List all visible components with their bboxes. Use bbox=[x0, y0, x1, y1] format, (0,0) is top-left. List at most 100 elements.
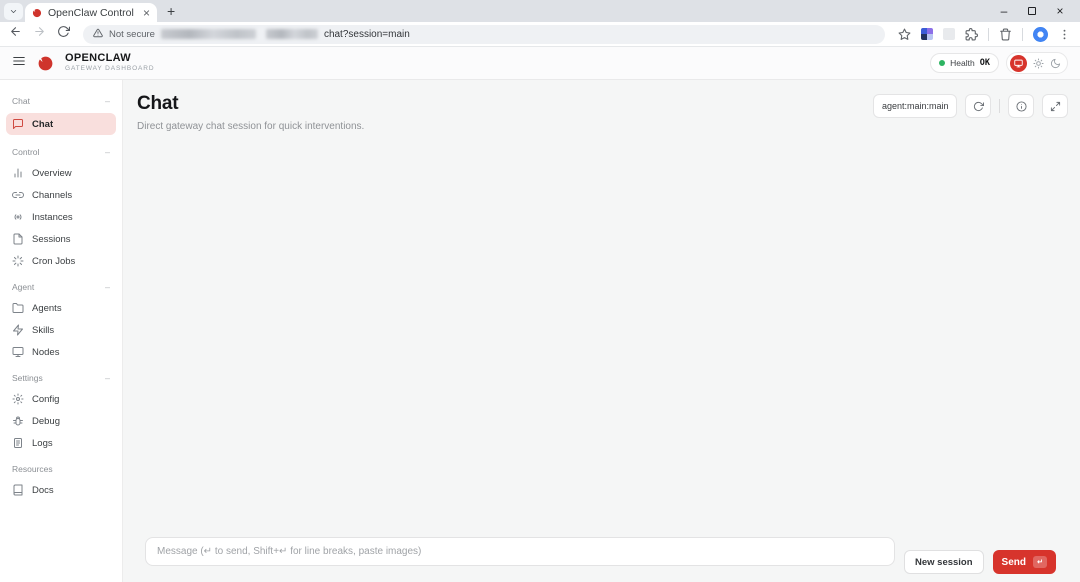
sidebar-item-debug[interactable]: Debug bbox=[0, 410, 122, 432]
brand-block: OPENCLAW GATEWAY DASHBOARD bbox=[65, 53, 154, 73]
extension-icon-faded[interactable] bbox=[943, 28, 955, 40]
sidebar-item-docs[interactable]: Docs bbox=[0, 479, 122, 501]
refresh-icon bbox=[973, 101, 984, 111]
toolbar-separator bbox=[1022, 27, 1023, 41]
sidebar-item-label: Channels bbox=[32, 189, 73, 201]
collapse-dash[interactable]: – bbox=[105, 282, 110, 292]
sidebar-item-label: Sessions bbox=[32, 233, 71, 245]
theme-toggle-group bbox=[1006, 52, 1068, 74]
brand-subtitle: GATEWAY DASHBOARD bbox=[65, 65, 155, 73]
browser-tab[interactable]: OpenClaw Control × bbox=[25, 3, 157, 22]
sidebar-item-config[interactable]: Config bbox=[0, 388, 122, 410]
reload-icon bbox=[58, 26, 70, 37]
sidebar-toggle-button[interactable] bbox=[12, 54, 26, 73]
reload-button[interactable] bbox=[57, 25, 70, 43]
window-controls: – × bbox=[990, 0, 1074, 22]
redacted-url-segment bbox=[265, 29, 318, 39]
forward-button[interactable] bbox=[33, 25, 46, 43]
bookmark-star-icon[interactable] bbox=[898, 28, 911, 41]
section-label: Control bbox=[12, 147, 40, 157]
brand-name: OPENCLAW bbox=[65, 52, 131, 65]
toolbar-separator bbox=[988, 27, 989, 41]
message-input[interactable] bbox=[145, 537, 895, 566]
sidebar-item-channels[interactable]: Channels bbox=[0, 184, 122, 206]
sidebar-section-control: Control – bbox=[0, 137, 122, 162]
sidebar-item-label: Logs bbox=[32, 437, 53, 449]
sun-icon bbox=[1033, 57, 1044, 69]
sidebar-item-logs[interactable]: Logs bbox=[0, 432, 122, 454]
security-label: Not secure bbox=[109, 28, 155, 40]
health-status-pill: Health OK bbox=[930, 53, 999, 73]
collapse-dash[interactable]: – bbox=[105, 96, 110, 106]
sidebar-item-label: Config bbox=[32, 393, 60, 405]
browser-menu-dots-icon[interactable] bbox=[1058, 28, 1071, 41]
tab-title: OpenClaw Control bbox=[48, 6, 134, 19]
sidebar-item-nodes[interactable]: Nodes bbox=[0, 341, 122, 363]
expand-icon bbox=[1050, 101, 1060, 111]
extension-icon-colored[interactable] bbox=[921, 28, 933, 40]
theme-dark-button[interactable] bbox=[1050, 58, 1061, 69]
new-tab-button[interactable]: + bbox=[167, 4, 175, 18]
sidebar-item-label: Instances bbox=[32, 211, 73, 223]
browser-window: OpenClaw Control × + – × Not secure chat… bbox=[0, 0, 1080, 582]
collapse-dash[interactable]: – bbox=[105, 373, 110, 383]
monitor-icon bbox=[12, 347, 24, 357]
page-header: Chat Direct gateway chat session for qui… bbox=[137, 93, 364, 132]
collapse-dash[interactable]: – bbox=[105, 147, 110, 157]
toolbar-right bbox=[898, 26, 1071, 42]
openclaw-logo bbox=[38, 56, 53, 70]
link-icon bbox=[12, 192, 24, 198]
moon-icon bbox=[1050, 58, 1061, 68]
sidebar-item-instances[interactable]: Instances bbox=[0, 206, 122, 228]
file-text-icon bbox=[13, 233, 23, 245]
tab-strip: OpenClaw Control × + – × bbox=[0, 0, 1080, 22]
sidebar-section-settings: Settings – bbox=[0, 363, 122, 388]
zap-icon bbox=[13, 324, 23, 336]
folder-icon bbox=[12, 303, 24, 313]
info-button[interactable] bbox=[1008, 94, 1034, 118]
url-bar[interactable]: Not secure chat?session=main bbox=[83, 24, 885, 44]
restore-icon bbox=[1028, 7, 1036, 15]
loader-icon bbox=[12, 255, 24, 267]
session-input[interactable] bbox=[873, 94, 957, 118]
minimize-button[interactable]: – bbox=[990, 0, 1018, 22]
tab-close-icon[interactable]: × bbox=[143, 7, 150, 19]
theme-system-button[interactable] bbox=[1010, 54, 1027, 72]
sidebar-item-overview[interactable]: Overview bbox=[0, 162, 122, 184]
book-icon bbox=[13, 484, 23, 496]
sidebar-item-cron-jobs[interactable]: Cron Jobs bbox=[0, 250, 122, 272]
expand-button[interactable] bbox=[1042, 94, 1068, 118]
redacted-url-segment bbox=[160, 29, 256, 39]
logs-icon bbox=[14, 438, 22, 448]
restore-button[interactable] bbox=[1018, 0, 1046, 22]
close-button[interactable]: × bbox=[1046, 0, 1074, 22]
hamburger-menu-icon bbox=[13, 56, 25, 65]
sidebar-item-label: Overview bbox=[32, 167, 72, 179]
chat-controls bbox=[873, 94, 1068, 118]
sidebar-item-label: Skills bbox=[32, 324, 55, 336]
sidebar-item-agents[interactable]: Agents bbox=[0, 297, 122, 319]
sidebar-item-label: Docs bbox=[32, 484, 54, 496]
main-content: Chat Direct gateway chat session for qui… bbox=[123, 80, 1080, 582]
new-session-button[interactable]: New session bbox=[903, 550, 984, 574]
enter-key-badge: ↵ bbox=[1033, 556, 1047, 568]
sidebar-section-agent: Agent – bbox=[0, 272, 122, 297]
delete-trash-icon[interactable] bbox=[999, 28, 1012, 41]
extensions-puzzle-icon[interactable] bbox=[965, 27, 978, 41]
theme-light-button[interactable] bbox=[1033, 57, 1044, 69]
section-label: Settings bbox=[12, 373, 43, 383]
bug-icon bbox=[13, 416, 23, 426]
sidebar-item-label: Chat bbox=[32, 118, 54, 130]
back-button[interactable] bbox=[9, 25, 22, 43]
send-button[interactable]: Send ↵ bbox=[992, 550, 1056, 574]
tab-search-button[interactable] bbox=[4, 2, 23, 20]
app-header: OPENCLAW GATEWAY DASHBOARD Health OK bbox=[0, 47, 1080, 80]
sidebar-item-chat[interactable]: Chat bbox=[6, 113, 116, 135]
refresh-button[interactable] bbox=[965, 94, 991, 118]
not-secure-warning[interactable] bbox=[93, 25, 103, 43]
sidebar-item-label: Nodes bbox=[32, 346, 60, 358]
profile-avatar-icon[interactable] bbox=[1033, 26, 1048, 42]
sidebar-section-resources: Resources bbox=[0, 454, 122, 479]
sidebar-item-sessions[interactable]: Sessions bbox=[0, 228, 122, 250]
sidebar-item-skills[interactable]: Skills bbox=[0, 319, 122, 341]
